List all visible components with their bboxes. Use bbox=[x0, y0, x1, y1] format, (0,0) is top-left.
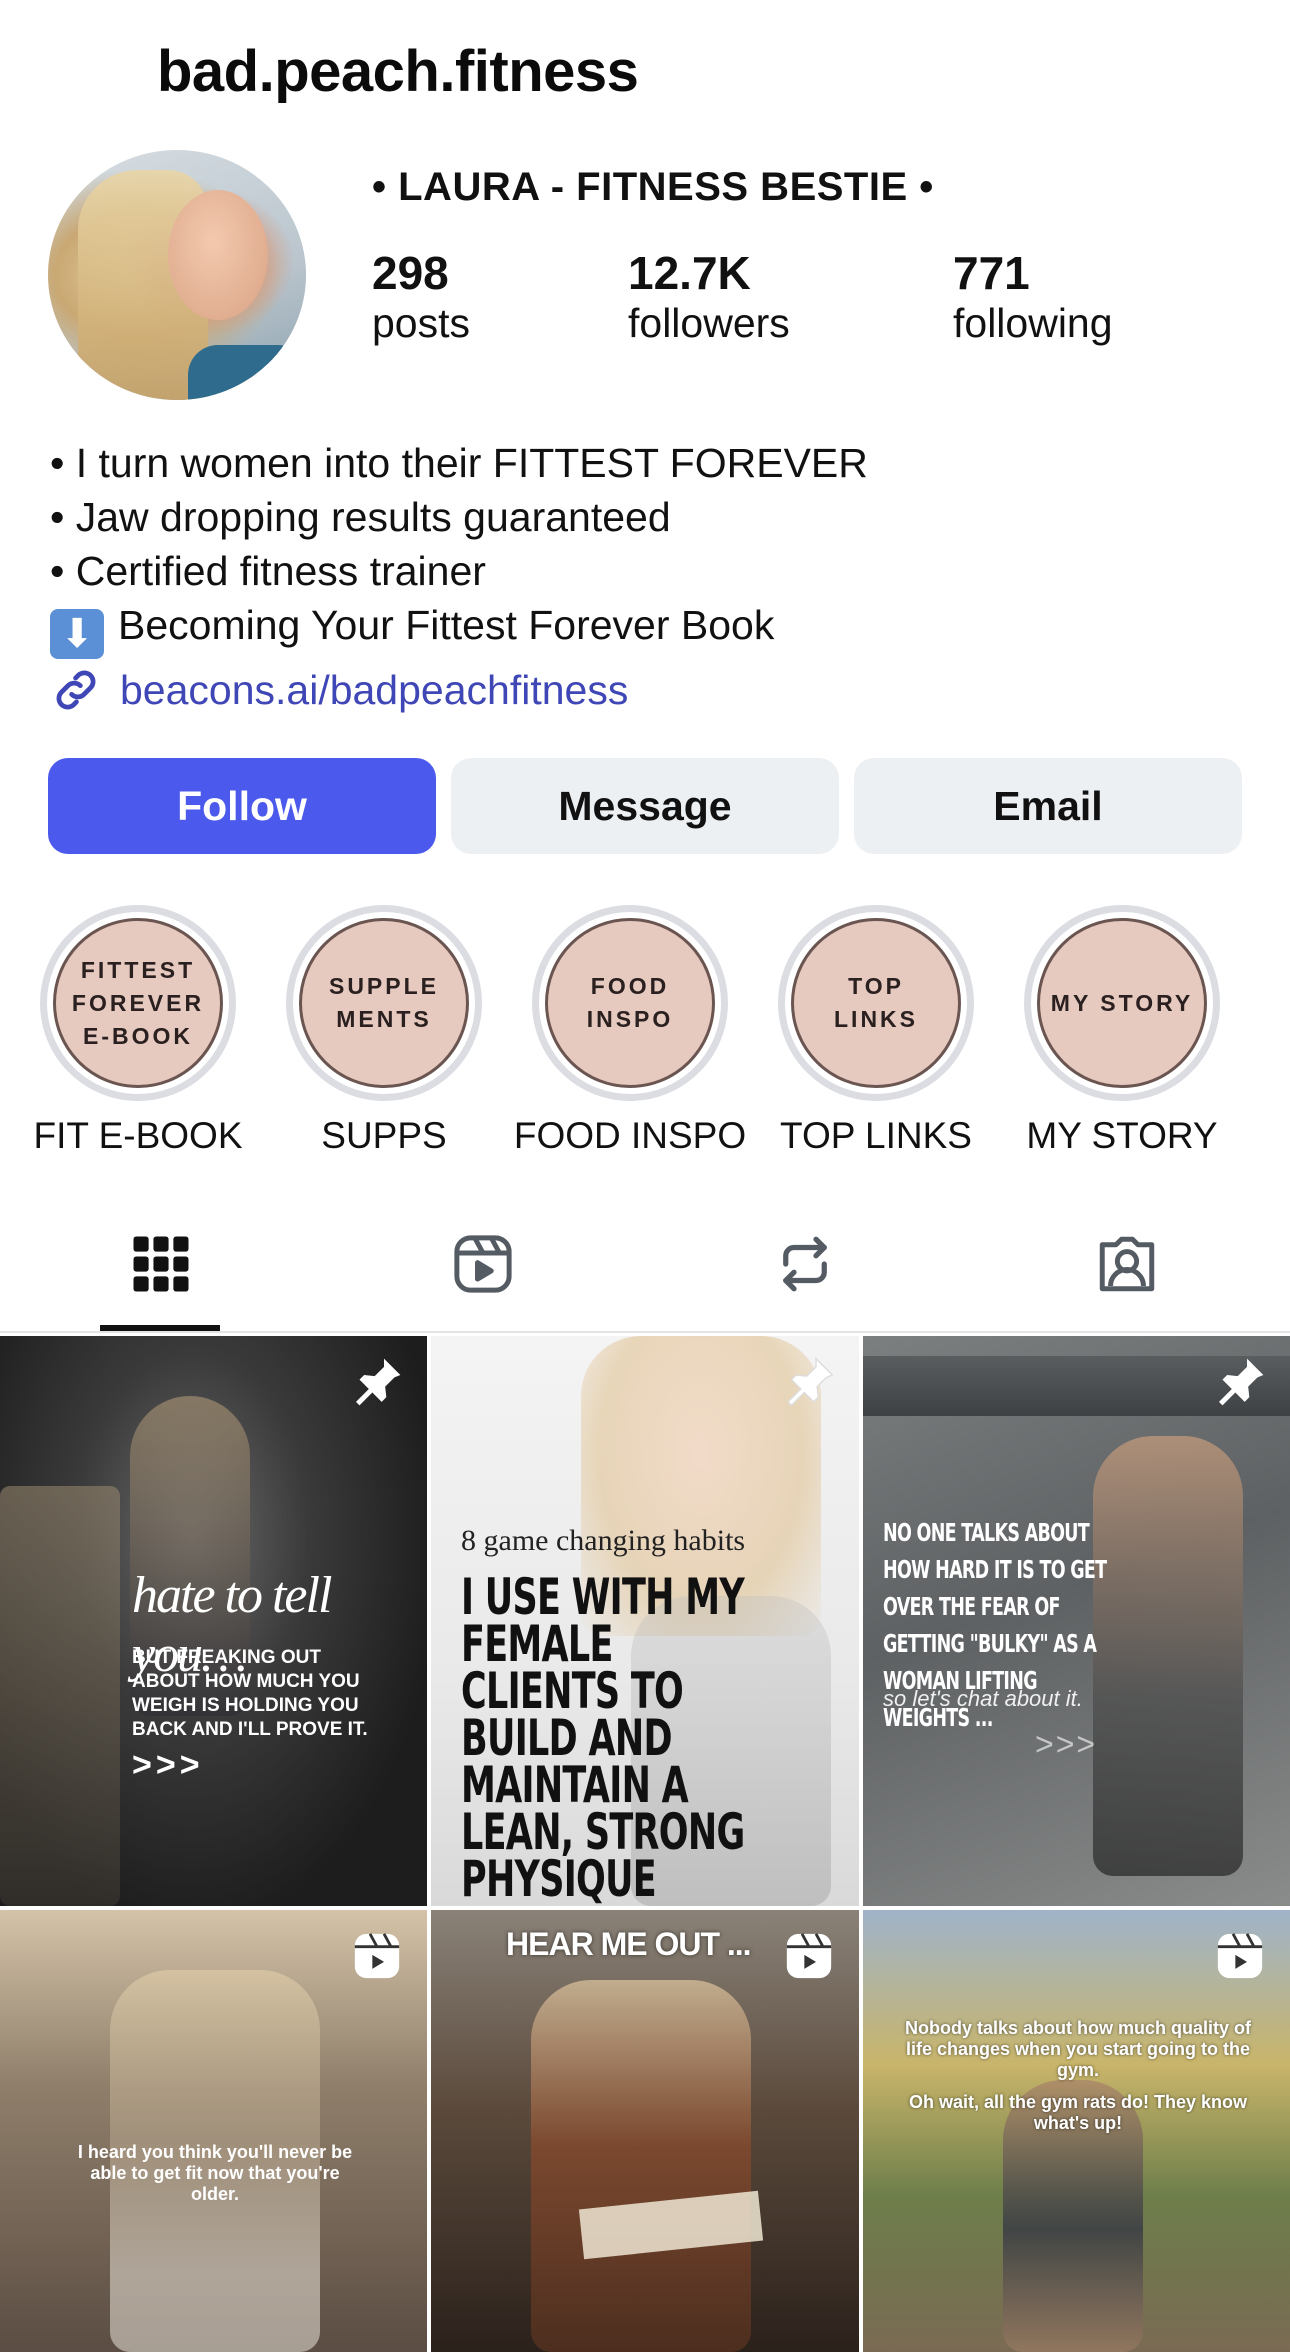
tab-reposts[interactable] bbox=[644, 1195, 966, 1333]
profile-username: bad.peach.fitness bbox=[157, 39, 639, 104]
post-arrows: >>> bbox=[132, 1746, 204, 1784]
highlight-ring: SUPPLE MENTS bbox=[286, 905, 482, 1101]
reposts-icon bbox=[783, 1236, 827, 1292]
profile-header: bad.peach.fitness bbox=[0, 0, 1290, 150]
highlight-cover: TOP LINKS bbox=[791, 918, 961, 1088]
post-tile[interactable]: hate to tell you… BUT FREAKING OUT ABOUT… bbox=[0, 1336, 427, 1906]
story-highlights: FITTEST FOREVER E-BOOK FIT E-BOOK SUPPLE… bbox=[0, 905, 1290, 1165]
post-tile[interactable]: HEAR ME OUT ... bbox=[431, 1910, 859, 2352]
stat-following-label: following bbox=[953, 299, 1113, 346]
stat-followers[interactable]: 12.7K followers bbox=[628, 248, 790, 348]
post-sub: so let's chat about it. bbox=[883, 1686, 1083, 1711]
post-tile[interactable]: I heard you think you'll never be able t… bbox=[0, 1910, 427, 2352]
post-body-2: Oh wait, all the gym rats do! They know … bbox=[908, 2092, 1248, 2133]
post-body: I heard you think you'll never be able t… bbox=[77, 2142, 353, 2204]
highlight-ring: MY STORY bbox=[1024, 905, 1220, 1101]
message-button[interactable]: Message bbox=[451, 758, 839, 854]
post-body: BUT FREAKING OUT ABOUT HOW MUCH YOU WEIG… bbox=[132, 1647, 368, 1740]
grid-icon bbox=[133, 1236, 189, 1292]
reel-icon bbox=[786, 1933, 832, 1979]
stat-followers-value: 12.7K bbox=[628, 247, 751, 299]
highlight-ring: TOP LINKS bbox=[778, 905, 974, 1101]
pin-icon bbox=[1219, 1358, 1264, 1406]
stat-posts[interactable]: 298 posts bbox=[372, 248, 470, 348]
stat-posts-value: 298 bbox=[372, 247, 449, 299]
follow-button[interactable]: Follow bbox=[48, 758, 436, 854]
bio: • I turn women into their FITTEST FOREVE… bbox=[50, 436, 868, 659]
post-tile[interactable]: NO ONE TALKS ABOUT HOW HARD IT IS TO GET… bbox=[863, 1336, 1290, 1906]
highlight-label: SUPPS bbox=[321, 1115, 447, 1156]
reel-icon bbox=[354, 1933, 400, 1979]
highlight-cover: FOOD INSPO bbox=[545, 918, 715, 1088]
bio-book-text: Becoming Your Fittest Forever Book bbox=[118, 602, 775, 648]
highlight-ring: FITTEST FOREVER E-BOOK bbox=[40, 905, 236, 1101]
pin-icon bbox=[787, 1356, 834, 1407]
link-icon bbox=[56, 670, 96, 710]
tab-tagged[interactable] bbox=[966, 1195, 1288, 1333]
bio-line: • Jaw dropping results guaranteed bbox=[50, 494, 671, 540]
profile-actions: Follow Message Email bbox=[48, 758, 1242, 854]
reel-icon bbox=[1217, 1933, 1263, 1979]
stat-followers-label: followers bbox=[628, 299, 790, 346]
highlight-fit-ebook[interactable]: FITTEST FOREVER E-BOOK FIT E-BOOK bbox=[15, 905, 261, 1157]
highlight-label: MY STORY bbox=[1026, 1115, 1218, 1156]
active-tab-indicator bbox=[100, 1325, 220, 1331]
highlight-label: FIT E-BOOK bbox=[33, 1115, 243, 1156]
bio-line: • I turn women into their FITTEST FOREVE… bbox=[50, 440, 868, 486]
stat-following-value: 771 bbox=[953, 247, 1030, 299]
post-tile[interactable]: Nobody talks about how much quality of l… bbox=[863, 1910, 1290, 2352]
bio-line-book: ⬇ Becoming Your Fittest Forever Book bbox=[50, 598, 868, 659]
post-body: Nobody talks about how much quality of l… bbox=[904, 2018, 1251, 2080]
profile-avatar[interactable] bbox=[48, 150, 306, 400]
post-headline: HEAR ME OUT ... bbox=[506, 1926, 752, 1962]
bio-line: • Certified fitness trainer bbox=[50, 548, 486, 594]
display-name: • LAURA - FITNESS BESTIE • bbox=[372, 165, 934, 209]
highlight-ring: FOOD INSPO bbox=[532, 905, 728, 1101]
highlight-cover: FITTEST FOREVER E-BOOK bbox=[53, 918, 223, 1088]
profile-tabs bbox=[0, 1195, 1290, 1333]
stat-posts-label: posts bbox=[372, 299, 470, 346]
down-arrow-emoji-icon: ⬇ bbox=[50, 609, 104, 659]
highlight-supps[interactable]: SUPPLE MENTS SUPPS bbox=[261, 905, 507, 1157]
highlight-label: TOP LINKS bbox=[780, 1115, 972, 1156]
reels-icon bbox=[454, 1235, 512, 1293]
bio-link-text: beacons.ai/badpeachfitness bbox=[120, 666, 629, 713]
highlight-my-story[interactable]: MY STORY MY STORY bbox=[999, 905, 1245, 1157]
pin-icon bbox=[356, 1358, 401, 1406]
bio-link[interactable]: beacons.ai/badpeachfitness bbox=[50, 664, 628, 716]
email-button[interactable]: Email bbox=[854, 758, 1242, 854]
highlight-label: FOOD INSPO bbox=[513, 1115, 747, 1156]
tagged-icon bbox=[1099, 1236, 1155, 1292]
highlight-top-links[interactable]: TOP LINKS TOP LINKS bbox=[753, 905, 999, 1157]
tab-posts-grid[interactable] bbox=[0, 1195, 322, 1333]
post-headline: I USE WITH MY FEMALE CLIENTS TO BUILD AN… bbox=[461, 1568, 745, 1906]
post-arrows: >>> bbox=[1035, 1726, 1098, 1762]
stat-following[interactable]: 771 following bbox=[953, 248, 1113, 348]
post-tile[interactable]: 8 game changing habits I USE WITH MY FEM… bbox=[431, 1336, 859, 1906]
post-kicker: 8 game changing habits bbox=[461, 1524, 746, 1557]
highlight-cover: MY STORY bbox=[1037, 918, 1207, 1088]
highlight-cover: SUPPLE MENTS bbox=[299, 918, 469, 1088]
highlight-food-inspo[interactable]: FOOD INSPO FOOD INSPO bbox=[507, 905, 753, 1157]
tab-reels[interactable] bbox=[322, 1195, 644, 1333]
posts-grid: hate to tell you… BUT FREAKING OUT ABOUT… bbox=[0, 1336, 1290, 2352]
